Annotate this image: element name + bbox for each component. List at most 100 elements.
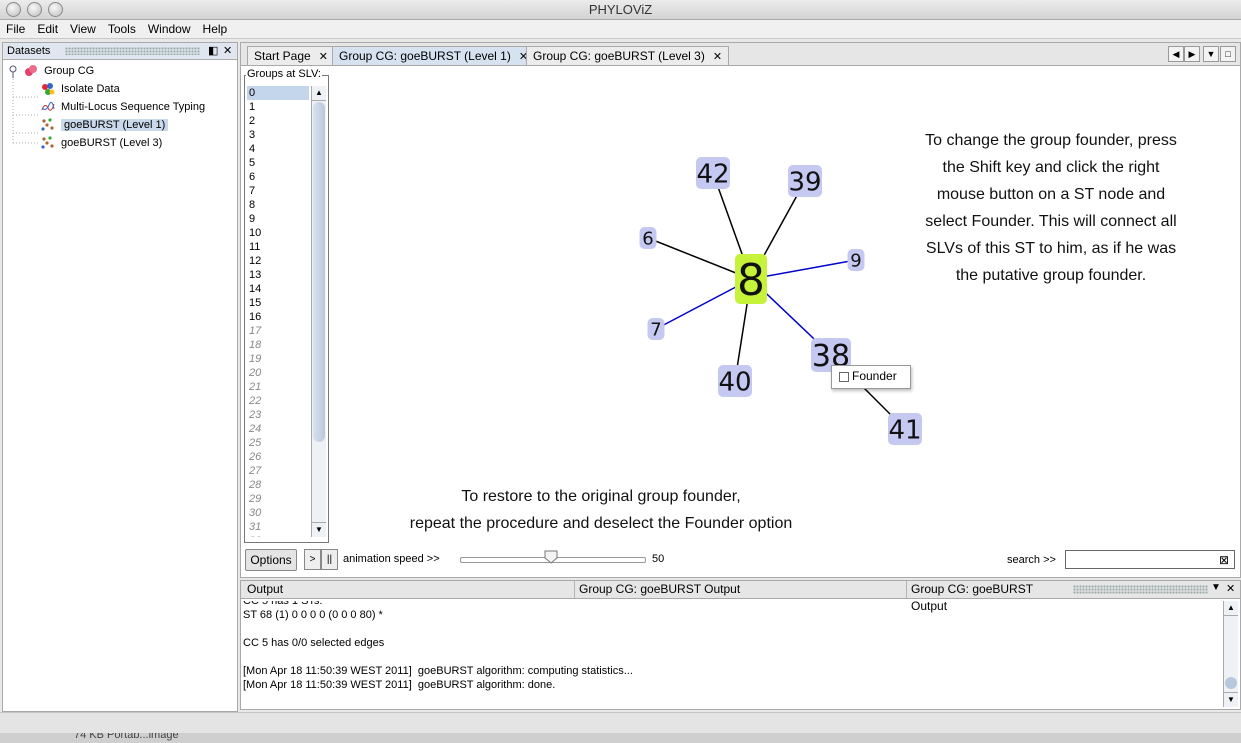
output-tab-goeburst-1[interactable]: Group CG: goeBURST Output [573,581,907,598]
groups-scrollbar[interactable]: ▲ ▼ [311,86,326,537]
pause-button[interactable]: || [321,549,338,570]
st-node-41[interactable]: 41 [888,413,922,445]
desktop-background: 74 KB Portab...image [0,733,1241,743]
tab-goeburst-level3[interactable]: Group CG: goeBURST (Level 3) ✕ [526,46,730,65]
menu-window[interactable]: Window [142,20,197,38]
group-item[interactable]: 29 [247,492,309,506]
close-window-button[interactable] [6,2,21,17]
st-node-9[interactable]: 9 [847,249,865,271]
options-button[interactable]: Options [245,549,297,571]
tab-list-dropdown-icon[interactable]: ▼ [1203,46,1219,62]
scroll-up-icon[interactable]: ▲ [312,86,326,101]
minimize-panel-icon[interactable]: ◧ [208,43,218,59]
slider-thumb[interactable] [544,550,558,564]
group-item[interactable]: 27 [247,464,309,478]
group-item[interactable]: 12 [247,254,309,268]
group-item[interactable]: 31 [247,520,309,534]
tree-item-label: goeBURST (Level 3) [61,137,163,149]
zoom-window-button[interactable] [48,2,63,17]
group-item[interactable]: 20 [247,366,309,380]
st-node-42[interactable]: 42 [696,157,730,189]
clear-search-icon[interactable]: ⊠ [1219,553,1229,567]
close-panel-icon[interactable]: ✕ [223,43,232,59]
st-node-8[interactable]: 8 [735,254,767,306]
minimize-window-button[interactable] [27,2,42,17]
goeburst-graph[interactable]: 8 42 39 6 9 7 40 38 41 To change the group found… [331,65,1237,545]
desktop-file-label: 74 KB Portab...image [74,733,179,741]
group-item[interactable]: 10 [247,226,309,240]
output-tab-output[interactable]: Output [241,581,575,598]
animation-speed-value: 50 [652,553,665,565]
group-item[interactable]: 28 [247,478,309,492]
founder-menu-item[interactable]: Founder [852,369,897,383]
drag-grip[interactable] [1073,585,1208,594]
window-title: PHYLOViZ [588,2,653,17]
output-scrollbar[interactable]: ▲ ▼ [1223,601,1238,707]
close-output-icon[interactable]: ✕ [1226,582,1235,595]
menu-edit[interactable]: Edit [31,20,64,38]
group-item[interactable]: 15 [247,296,309,310]
group-item[interactable]: 6 [247,170,309,184]
group-item[interactable]: 5 [247,156,309,170]
groups-panel: Groups at SLV: 0 1 2 3 4 5 6 7 8 9 10 11 12 13 14 15 16 1… [243,68,329,543]
founder-checkbox[interactable] [839,372,849,382]
tab-start-page[interactable]: Start Page ✕ [247,46,335,65]
group-item[interactable]: 1 [247,100,309,114]
group-item[interactable]: 21 [247,380,309,394]
group-item[interactable]: 23 [247,408,309,422]
node-label: 6 [642,228,653,249]
st-node-40[interactable]: 40 [718,365,752,397]
scroll-down-icon[interactable]: ▼ [1224,692,1238,707]
instruction-restore-founder: To restore to the original group founder… [331,483,871,537]
group-item[interactable]: 18 [247,338,309,352]
scroll-tabs-left-icon[interactable]: ◀ [1168,46,1184,62]
scroll-tabs-right-icon[interactable]: ▶ [1184,46,1200,62]
menu-tools[interactable]: Tools [102,20,142,38]
group-item[interactable]: 17 [247,324,309,338]
group-item[interactable]: 8 [247,198,309,212]
scroll-down-icon[interactable]: ▼ [312,522,326,537]
group-item[interactable]: 0 [247,86,309,100]
menu-view[interactable]: View [64,20,102,38]
st-node-39[interactable]: 39 [788,165,822,197]
scroll-thumb[interactable] [1225,677,1237,689]
group-item[interactable]: 11 [247,240,309,254]
menu-help[interactable]: Help [197,20,234,38]
st-node-7[interactable]: 7 [647,318,665,340]
group-item[interactable]: 24 [247,422,309,436]
group-item[interactable]: 16 [247,310,309,324]
group-item[interactable]: 22 [247,394,309,408]
group-item[interactable]: 26 [247,450,309,464]
group-item[interactable]: 3 [247,128,309,142]
group-item[interactable]: 25 [247,436,309,450]
group-item[interactable]: 32 [247,534,309,537]
close-tab-icon[interactable]: ✕ [319,51,328,63]
group-item[interactable]: 2 [247,114,309,128]
scroll-thumb[interactable] [313,102,325,442]
output-log[interactable]: CC 5 has 1 STs: ST 68 (1) 0 0 0 0 (0 0 0 … [243,601,1221,705]
group-item[interactable]: 13 [247,268,309,282]
tab-goeburst-level1[interactable]: Group CG: goeBURST (Level 1) ✕ [332,46,536,65]
close-tab-icon[interactable]: ✕ [713,51,722,63]
tree-item-label: Isolate Data [61,83,120,95]
output-tab-goeburst-2[interactable]: Group CG: goeBURST Output [905,581,1071,613]
maximize-editor-icon[interactable]: □ [1220,46,1236,62]
group-item[interactable]: 4 [247,142,309,156]
node-label: 42 [696,159,729,189]
group-item[interactable]: 9 [247,212,309,226]
play-button[interactable]: > [304,549,321,570]
group-item[interactable]: 30 [247,506,309,520]
drag-grip[interactable] [65,47,200,55]
st-node-6[interactable]: 6 [639,227,657,249]
group-item[interactable]: 19 [247,352,309,366]
tree-item-mlst[interactable]: Multi-Locus Sequence Typing [41,99,205,115]
node-label: 41 [888,415,921,445]
group-item[interactable]: 14 [247,282,309,296]
search-input[interactable] [1065,550,1235,569]
scroll-up-icon[interactable]: ▲ [1224,601,1238,616]
groups-list[interactable]: 0 1 2 3 4 5 6 7 8 9 10 11 12 13 14 15 16 17 18 19 20 21 22 23 24… [247,86,309,537]
group-item[interactable]: 7 [247,184,309,198]
output-dropdown-icon[interactable]: ▼ [1211,582,1221,593]
menu-file[interactable]: File [0,20,31,38]
